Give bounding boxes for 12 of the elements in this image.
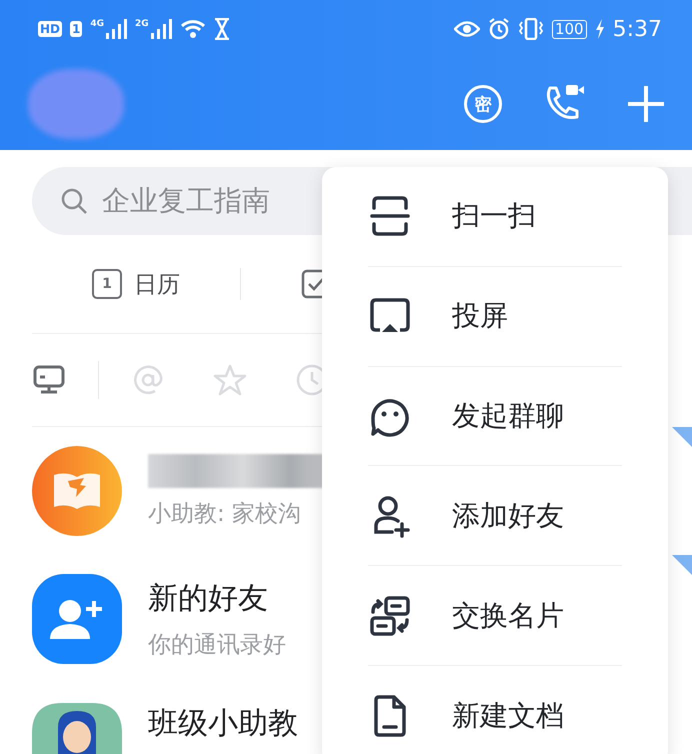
conversation-title: 新的好友 — [148, 580, 269, 618]
calendar-icon: 1 — [92, 269, 122, 299]
conversation-preview: 小助教: 家校沟 — [148, 500, 302, 528]
network-label: 4G — [90, 19, 104, 29]
conversation-title: 班级小助教 — [148, 705, 298, 743]
conversation-preview: 你的通讯录好 — [148, 631, 286, 660]
clock-time: 5:37 — [612, 16, 662, 42]
sim-badge: 1 — [70, 21, 82, 37]
network-label: 2G — [135, 19, 149, 29]
battery-level: 100 — [552, 20, 587, 38]
search-placeholder: 企业复工指南 — [102, 183, 270, 219]
sim-badge: HD — [38, 21, 62, 37]
